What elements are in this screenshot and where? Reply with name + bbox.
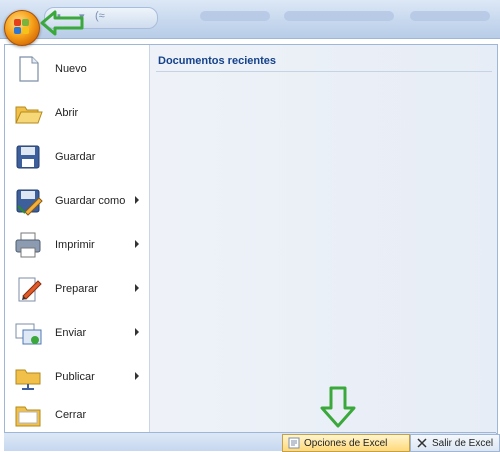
office-logo-icon xyxy=(14,19,30,35)
submenu-arrow-icon xyxy=(135,284,139,292)
excel-options-label: Opciones de Excel xyxy=(304,437,388,449)
menu-item-preparar[interactable]: Preparar xyxy=(9,269,147,309)
green-arrow-down-icon xyxy=(320,386,356,428)
save-disk-icon xyxy=(13,142,43,172)
prepare-pencil-icon xyxy=(13,274,43,304)
menu-item-label: Publicar xyxy=(55,371,95,383)
close-folder-icon xyxy=(13,400,43,430)
menu-item-enviar[interactable]: Enviar xyxy=(9,313,147,353)
menu-commands: Nuevo Abrir Guardar Guardar como Imprimi… xyxy=(5,45,150,433)
office-button[interactable] xyxy=(4,10,40,46)
menu-item-imprimir[interactable]: Imprimir xyxy=(9,225,147,265)
window-title-blur xyxy=(200,11,270,21)
publish-folder-icon xyxy=(13,362,43,392)
submenu-arrow-icon xyxy=(135,196,139,204)
menu-item-nuevo[interactable]: Nuevo xyxy=(9,49,147,89)
submenu-arrow-icon xyxy=(135,328,139,336)
new-document-icon xyxy=(13,54,43,84)
divider xyxy=(156,71,492,72)
menu-item-label: Preparar xyxy=(55,283,98,295)
menu-item-guardar[interactable]: Guardar xyxy=(9,137,147,177)
menu-item-label: Cerrar xyxy=(55,409,87,421)
recent-documents-title: Documentos recientes xyxy=(158,55,276,67)
menu-item-label: Enviar xyxy=(55,327,87,339)
menu-item-label: Guardar xyxy=(55,151,96,163)
options-icon xyxy=(288,437,300,449)
excel-office-menu-screen: ▪ ▾ (≈ Nuevo Abrir Guardar Guardar como … xyxy=(0,0,500,452)
submenu-arrow-icon xyxy=(135,372,139,380)
exit-excel-label: Salir de Excel xyxy=(432,437,494,449)
recent-documents-panel: Documentos recientes xyxy=(150,45,497,433)
menu-item-label: Guardar como xyxy=(55,195,126,207)
save-as-icon xyxy=(13,186,43,216)
menu-item-label: Nuevo xyxy=(55,63,87,75)
menu-item-publicar[interactable]: Publicar xyxy=(9,357,147,397)
window-title-blur-2 xyxy=(284,11,394,21)
exit-x-icon xyxy=(416,437,428,449)
excel-options-button[interactable]: Opciones de Excel xyxy=(282,434,410,452)
window-title-blur-3 xyxy=(410,11,490,21)
menu-item-label: Imprimir xyxy=(55,239,95,251)
menu-item-guardar-como[interactable]: Guardar como xyxy=(9,181,147,221)
submenu-arrow-icon xyxy=(135,240,139,248)
exit-excel-button[interactable]: Salir de Excel xyxy=(410,434,500,452)
menu-footer: Opciones de Excel Salir de Excel xyxy=(4,432,500,452)
send-icon xyxy=(13,318,43,348)
printer-icon xyxy=(13,230,43,260)
menu-item-label: Abrir xyxy=(55,107,79,119)
menu-item-cerrar[interactable]: Cerrar xyxy=(9,395,147,435)
menu-item-abrir[interactable]: Abrir xyxy=(9,93,147,133)
green-arrow-left-icon xyxy=(40,10,84,36)
office-menu: Nuevo Abrir Guardar Guardar como Imprimi… xyxy=(4,44,498,434)
open-folder-icon xyxy=(13,98,43,128)
redo-icon[interactable]: (≈ xyxy=(95,10,105,22)
